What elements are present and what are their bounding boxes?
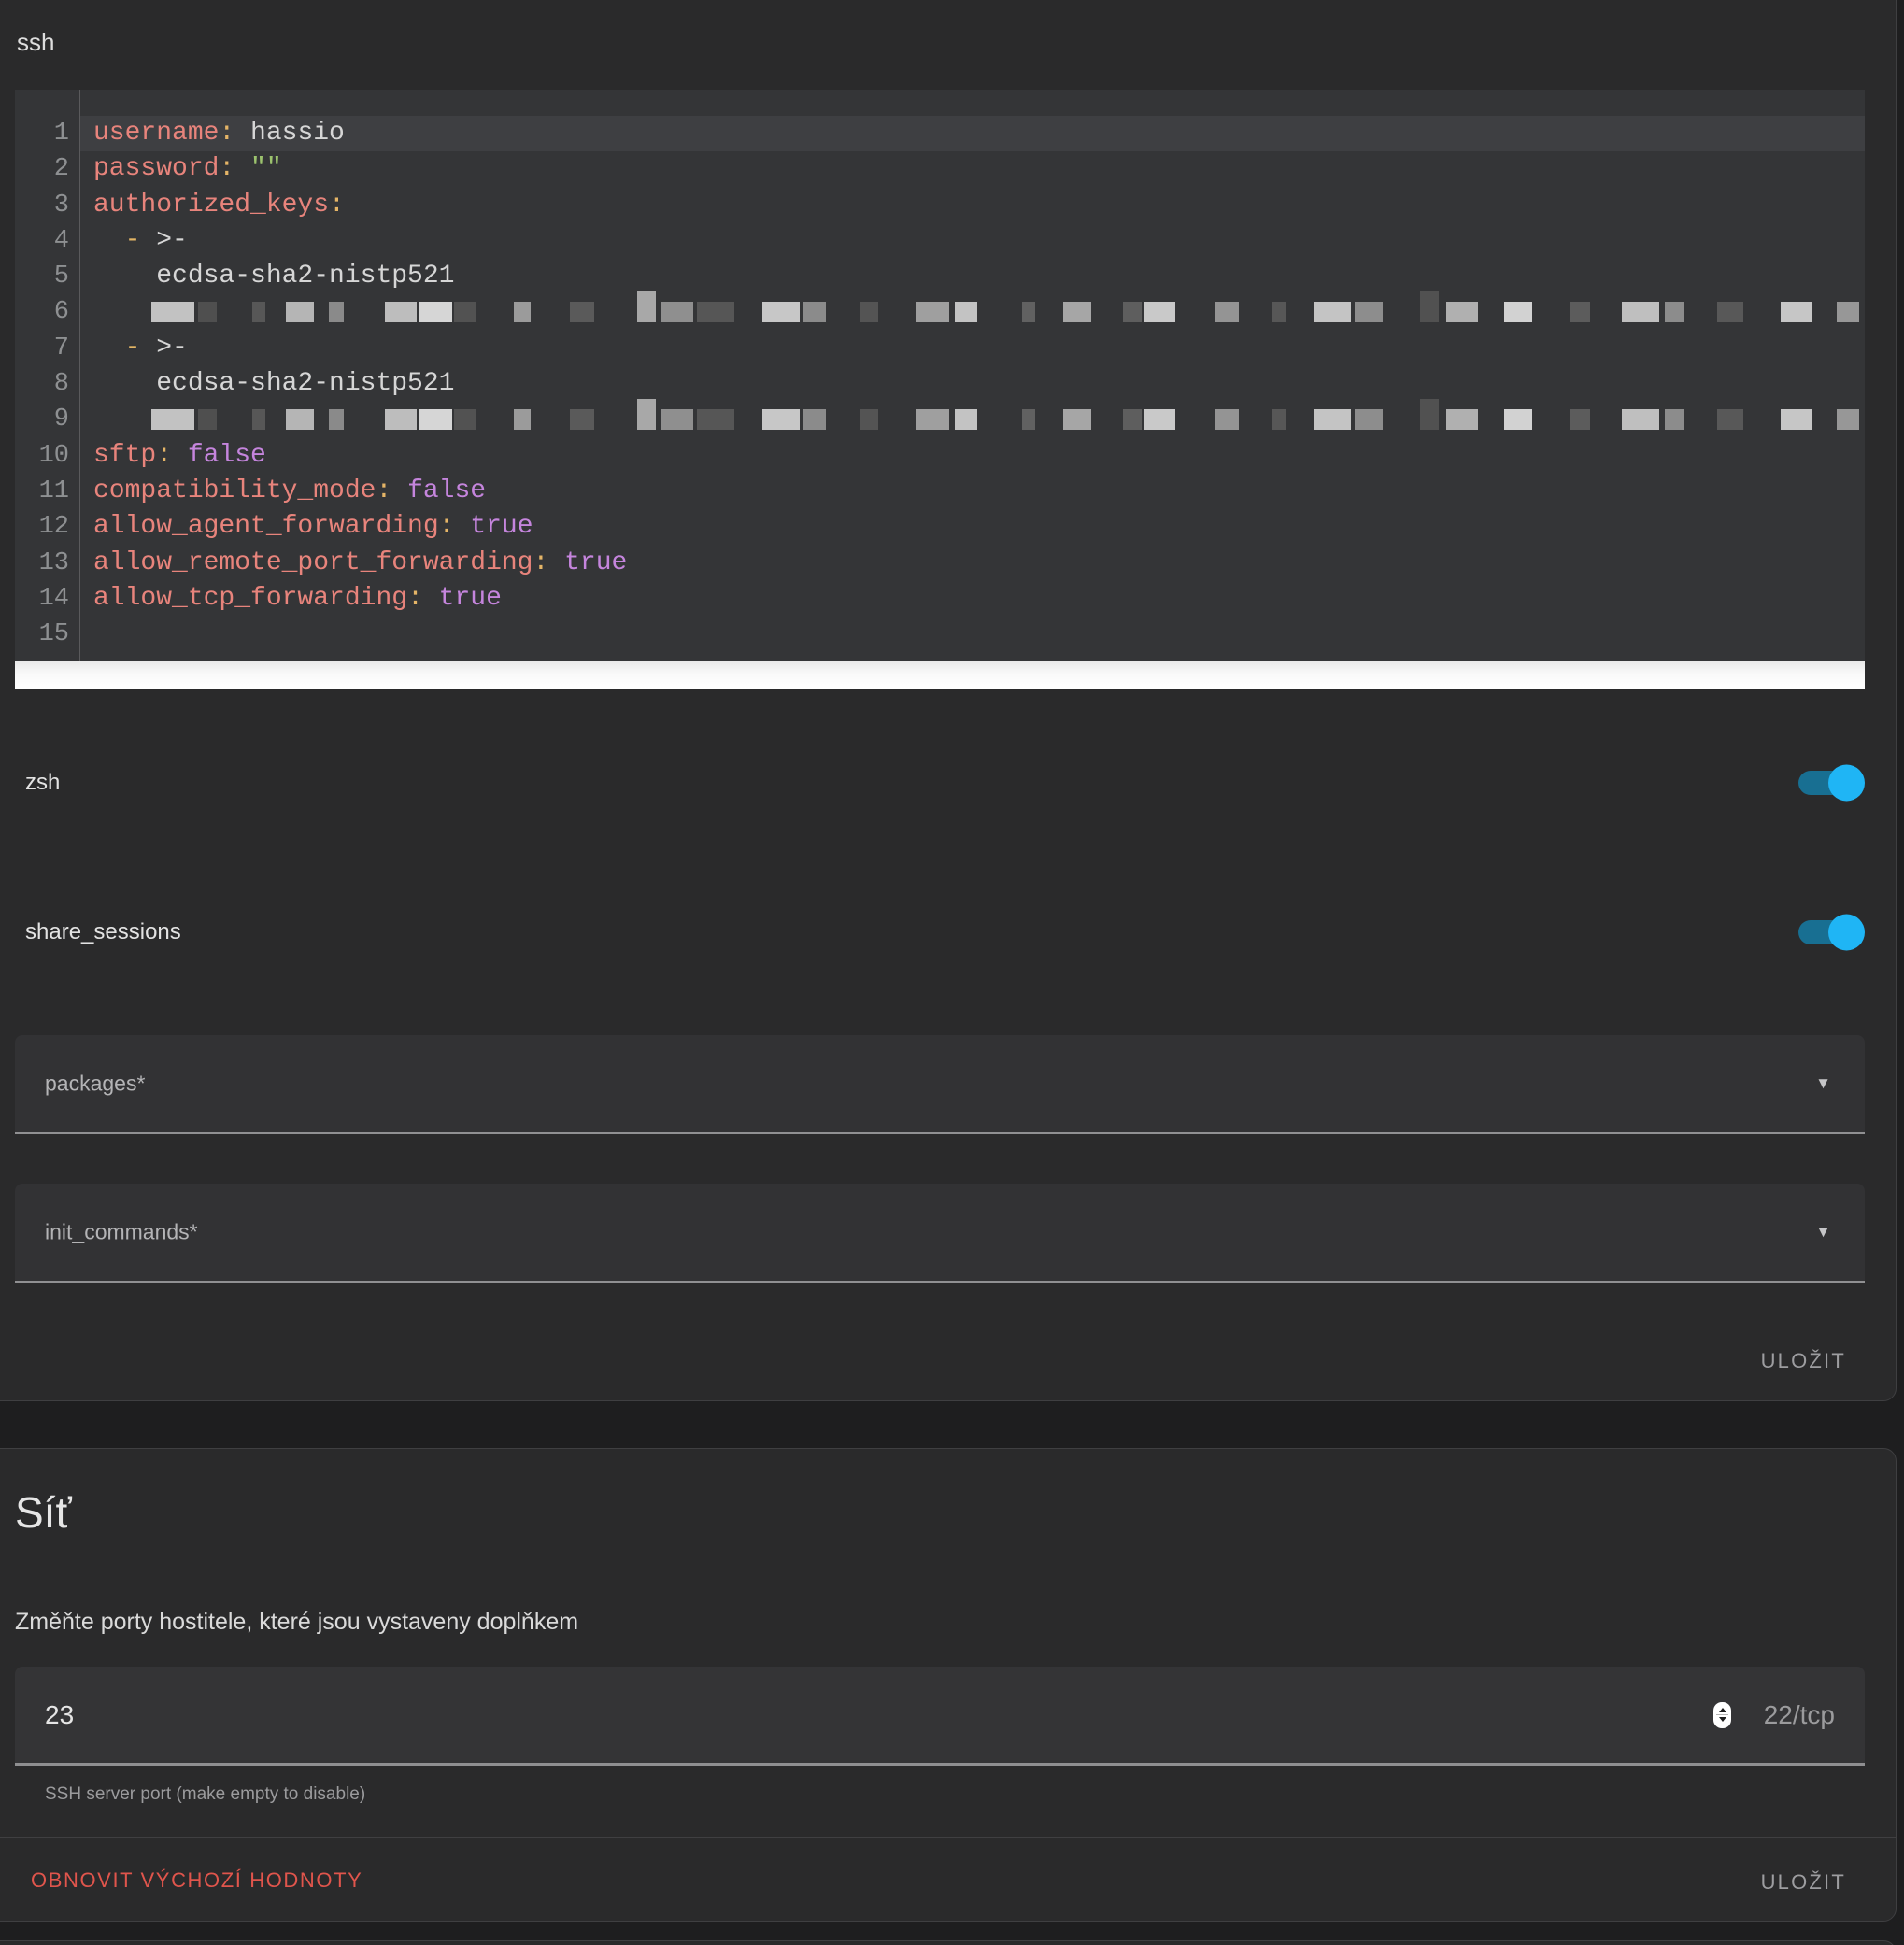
redacted-key-blocks bbox=[151, 302, 1865, 322]
code-line[interactable]: 2password: "" bbox=[15, 151, 1865, 187]
code-line-content[interactable]: allow_remote_port_forwarding: true bbox=[79, 546, 1865, 581]
redacted-key-blocks bbox=[151, 409, 1865, 430]
code-line[interactable]: 10sftp: false bbox=[15, 438, 1865, 474]
stepper-up-icon[interactable] bbox=[1719, 1708, 1726, 1712]
code-line-content[interactable]: - >- bbox=[79, 223, 1865, 259]
code-line-content[interactable]: sftp: false bbox=[79, 438, 1865, 474]
line-number: 3 bbox=[15, 188, 79, 223]
code-line-content[interactable] bbox=[79, 294, 1865, 330]
line-number: 15 bbox=[15, 617, 79, 652]
port-input[interactable]: 23 bbox=[45, 1700, 74, 1730]
code-line-content[interactable]: allow_agent_forwarding: true bbox=[79, 509, 1865, 545]
code-line[interactable]: 8 ecdsa-sha2-nistp521 bbox=[15, 366, 1865, 402]
stepper-down-icon[interactable] bbox=[1719, 1717, 1726, 1722]
line-number: 11 bbox=[15, 474, 79, 509]
code-line-content[interactable] bbox=[79, 617, 1865, 652]
chevron-down-icon: ▼ bbox=[1815, 1223, 1831, 1242]
code-line-content[interactable]: authorized_keys: bbox=[79, 188, 1865, 223]
reset-defaults-button[interactable]: OBNOVIT VÝCHOZÍ HODNOTY bbox=[31, 1868, 362, 1893]
network-section-description: Změňte porty hostitele, které jsou vysta… bbox=[15, 1609, 578, 1636]
line-number: 9 bbox=[15, 402, 79, 437]
code-line[interactable]: 14allow_tcp_forwarding: true bbox=[15, 581, 1865, 617]
line-number: 5 bbox=[15, 259, 79, 294]
editor-horizontal-scrollbar[interactable] bbox=[15, 661, 1865, 689]
code-lines: 1username: hassio2password: ""3authorize… bbox=[15, 116, 1865, 652]
code-line[interactable]: 6 bbox=[15, 294, 1865, 330]
chevron-down-icon: ▼ bbox=[1815, 1074, 1831, 1093]
code-line[interactable]: 3authorized_keys: bbox=[15, 188, 1865, 223]
code-line[interactable]: 1username: hassio bbox=[15, 116, 1865, 151]
code-line[interactable]: 15 bbox=[15, 617, 1865, 652]
line-number: 8 bbox=[15, 366, 79, 402]
line-number: 14 bbox=[15, 581, 79, 617]
code-line-content[interactable]: - >- bbox=[79, 331, 1865, 366]
share-sessions-toggle-label: share_sessions bbox=[25, 919, 181, 945]
code-line-content[interactable] bbox=[79, 402, 1865, 437]
init-commands-dropdown-label: init_commands* bbox=[45, 1220, 198, 1245]
code-line[interactable]: 5 ecdsa-sha2-nistp521 bbox=[15, 259, 1865, 294]
zsh-toggle-label: zsh bbox=[25, 770, 60, 796]
code-line-content[interactable]: ecdsa-sha2-nistp521 bbox=[79, 259, 1865, 294]
code-line[interactable]: 7 - >- bbox=[15, 331, 1865, 366]
code-line[interactable]: 11compatibility_mode: false bbox=[15, 474, 1865, 509]
share-sessions-toggle[interactable] bbox=[1798, 920, 1861, 944]
addon-config-page: ssh 1username: hassio2password: ""3autho… bbox=[0, 0, 1904, 1945]
code-line-content[interactable]: allow_tcp_forwarding: true bbox=[79, 581, 1865, 617]
next-card-edge bbox=[0, 1940, 1897, 1945]
gutter-separator bbox=[79, 90, 80, 661]
container-port-suffix: 22/tcp bbox=[1764, 1700, 1835, 1730]
editor-code-area[interactable]: 1username: hassio2password: ""3authorize… bbox=[15, 90, 1865, 661]
port-number-stepper[interactable] bbox=[1713, 1702, 1731, 1728]
save-network-button[interactable]: ULOŽIT bbox=[1761, 1870, 1846, 1895]
line-number: 2 bbox=[15, 151, 79, 187]
line-number: 4 bbox=[15, 223, 79, 259]
line-number: 7 bbox=[15, 331, 79, 366]
line-number: 10 bbox=[15, 438, 79, 474]
code-line-content[interactable]: password: "" bbox=[79, 151, 1865, 187]
line-number: 1 bbox=[15, 116, 79, 151]
port-helper-text: SSH server port (make empty to disable) bbox=[45, 1784, 365, 1805]
yaml-editor[interactable]: 1username: hassio2password: ""3authorize… bbox=[15, 90, 1865, 689]
code-line[interactable]: 4 - >- bbox=[15, 223, 1865, 259]
packages-dropdown-label: packages* bbox=[45, 1072, 145, 1097]
packages-dropdown[interactable]: packages* ▼ bbox=[15, 1035, 1865, 1134]
line-number: 13 bbox=[15, 546, 79, 581]
code-line-content[interactable]: ecdsa-sha2-nistp521 bbox=[79, 366, 1865, 402]
line-number: 6 bbox=[15, 294, 79, 330]
code-line[interactable]: 9 bbox=[15, 402, 1865, 437]
ssh-port-field[interactable]: 23 22/tcp bbox=[15, 1667, 1865, 1766]
zsh-toggle[interactable] bbox=[1798, 771, 1861, 795]
network-section-title: Síť bbox=[15, 1487, 72, 1538]
code-line[interactable]: 12allow_agent_forwarding: true bbox=[15, 509, 1865, 545]
code-line[interactable]: 13allow_remote_port_forwarding: true bbox=[15, 546, 1865, 581]
line-number: 12 bbox=[15, 509, 79, 545]
card2-footer-divider bbox=[0, 1837, 1897, 1838]
code-line-content[interactable]: compatibility_mode: false bbox=[79, 474, 1865, 509]
init-commands-dropdown[interactable]: init_commands* ▼ bbox=[15, 1184, 1865, 1283]
stepper-divider bbox=[1716, 1714, 1728, 1715]
ssh-option-label: ssh bbox=[17, 28, 54, 57]
save-config-button[interactable]: ULOŽIT bbox=[1761, 1349, 1846, 1373]
code-line-content[interactable]: username: hassio bbox=[79, 116, 1865, 151]
